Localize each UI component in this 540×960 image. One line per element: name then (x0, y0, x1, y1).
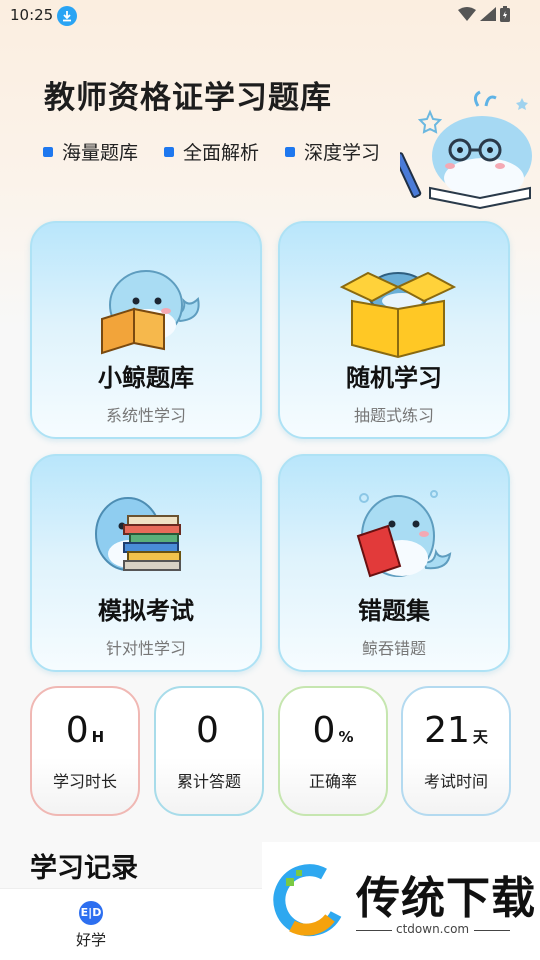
stat-study-time: 0H 学习时长 (30, 686, 140, 816)
nav-item-label: 好学 (75, 931, 106, 949)
watermark-divider (356, 930, 392, 931)
tag-item: 深度学习 (285, 138, 380, 165)
whale-eating-book-icon (356, 490, 452, 578)
stat-label: 正确率 (308, 772, 357, 791)
card-subtitle: 鲸吞错题 (361, 639, 426, 658)
tag-item: 海量题库 (43, 138, 138, 165)
card-wrong-questions[interactable]: 错题集 鲸吞错题 (278, 454, 510, 672)
stat-number: 0 (196, 710, 219, 751)
card-mock-exam[interactable]: 模拟考试 针对性学习 (30, 454, 262, 672)
stat-accuracy: 0% 正确率 (278, 686, 388, 816)
nav-item-home[interactable]: E|D 好学 (68, 901, 114, 950)
stat-value: 0% (280, 710, 386, 751)
card-subtitle: 抽题式练习 (353, 406, 434, 425)
bullet-icon (285, 146, 296, 157)
tag-label: 海量题库 (62, 142, 139, 164)
card-subtitle: 针对性学习 (105, 639, 186, 658)
tag-item: 全面解析 (164, 138, 259, 165)
whale-with-book-stack-icon (95, 497, 181, 571)
stat-label: 考试时间 (423, 772, 488, 791)
card-title: 小鲸题库 (98, 364, 194, 392)
stat-number: 0 (312, 710, 336, 751)
stat-label: 累计答题 (176, 772, 241, 791)
stat-value: 0H (32, 710, 138, 751)
stat-value: 0 (156, 710, 262, 751)
page-title: 教师资格证学习题库 (44, 80, 332, 116)
stat-total-answered: 0 累计答题 (154, 686, 264, 816)
status-time: 10:25 (10, 6, 54, 24)
status-icons (458, 6, 510, 22)
stat-unit: % (338, 728, 354, 746)
signal-icon (480, 7, 496, 21)
whale-reading-book-icon (101, 270, 200, 355)
card-title: 随机学习 (346, 364, 442, 392)
feature-tags: 海量题库 全面解析 深度学习 (43, 138, 380, 165)
watermark-divider (474, 930, 510, 931)
stat-exam-countdown: 21 天 考试时间 (401, 686, 511, 816)
stat-unit: H (91, 728, 105, 746)
download-notification-icon (57, 6, 77, 26)
card-title: 模拟考试 (98, 597, 194, 625)
card-subtitle: 系统性学习 (105, 406, 186, 425)
card-title: 错题集 (358, 597, 430, 625)
wifi-icon (458, 7, 476, 21)
home-book-icon: E|D (79, 901, 103, 925)
study-record-heading: 学习记录 (30, 853, 138, 884)
bullet-icon (164, 146, 175, 157)
tag-label: 深度学习 (304, 142, 381, 164)
stat-value: 21 天 (403, 710, 509, 751)
card-question-bank[interactable]: 小鲸题库 系统性学习 (30, 221, 262, 439)
whale-mascot-icon (400, 90, 532, 210)
watermark-logo-icon (273, 864, 342, 937)
battery-icon (500, 6, 510, 22)
whale-in-box-icon (339, 271, 456, 359)
bullet-icon (43, 146, 53, 157)
stat-label: 学习时长 (52, 772, 117, 791)
watermark-url: ctdown.com (396, 922, 470, 936)
card-random-study[interactable]: 随机学习 抽题式练习 (278, 221, 510, 439)
status-bar: 10:25 (0, 0, 540, 32)
stat-number: 21 (424, 710, 470, 751)
watermark-text: 传统下载 (356, 873, 536, 924)
watermark-overlay: 传统下载 ctdown.com (262, 842, 540, 960)
stat-unit: 天 (472, 728, 488, 746)
stat-number: 0 (65, 710, 89, 751)
tag-label: 全面解析 (183, 142, 260, 164)
